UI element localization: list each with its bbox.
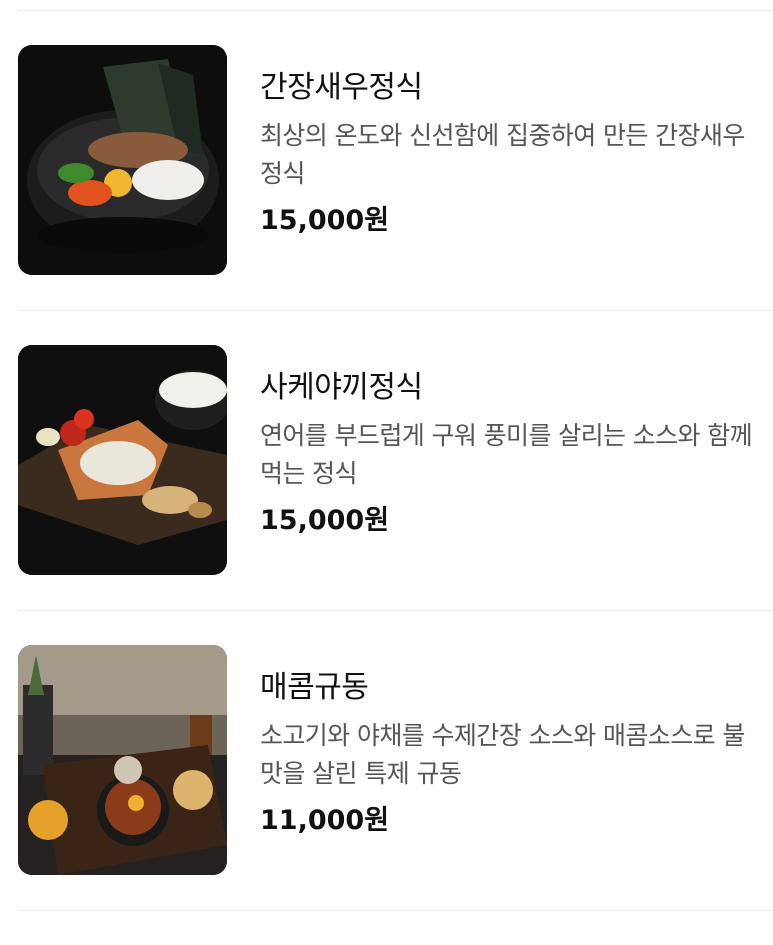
menu-item-info: 사케야끼정식 연어를 부드럽게 구워 풍미를 살리는 소스와 함께먹는 정식 1… [260, 369, 765, 539]
divider [18, 610, 773, 611]
menu-item-description: 소고기와 야채를 수제간장 소스와 매콤소스로 불맛을 살린 특제 규동 [260, 721, 745, 788]
grilled-salmon-plate-photo [18, 345, 227, 575]
menu-item-name: 간장새우정식 [260, 70, 423, 105]
menu-item[interactable]: 매콤규동 소고기와 야채를 수제간장 소스와 매콤소스로 불맛을 살린 특제 규… [0, 645, 773, 945]
menu-item-price: 11,000원 [260, 805, 390, 836]
menu-item-price: 15,000원 [260, 205, 390, 236]
menu-item-description: 최상의 온도와 신선함에 집중하여 만든 간장새우정식 [260, 121, 745, 188]
menu-item[interactable]: 간장새우정식 최상의 온도와 신선함에 집중하여 만든 간장새우정식 15,00… [0, 45, 773, 345]
menu-list: 간장새우정식 최상의 온도와 신선함에 집중하여 만든 간장새우정식 15,00… [0, 0, 773, 914]
spicy-gyudon-set-photo [18, 645, 227, 875]
divider [18, 10, 773, 11]
menu-item-name: 매콤규동 [260, 670, 369, 705]
menu-item-name: 사케야끼정식 [260, 370, 423, 405]
soy-shrimp-bowl-photo [18, 45, 227, 275]
menu-item-description: 연어를 부드럽게 구워 풍미를 살리는 소스와 함께먹는 정식 [260, 421, 753, 488]
menu-item[interactable]: 사케야끼정식 연어를 부드럽게 구워 풍미를 살리는 소스와 함께먹는 정식 1… [0, 345, 773, 645]
menu-item-price: 15,000원 [260, 505, 390, 536]
divider [18, 310, 773, 311]
menu-item-info: 매콤규동 소고기와 야채를 수제간장 소스와 매콤소스로 불맛을 살린 특제 규… [260, 669, 765, 839]
divider [18, 910, 773, 911]
menu-item-info: 간장새우정식 최상의 온도와 신선함에 집중하여 만든 간장새우정식 15,00… [260, 69, 765, 239]
